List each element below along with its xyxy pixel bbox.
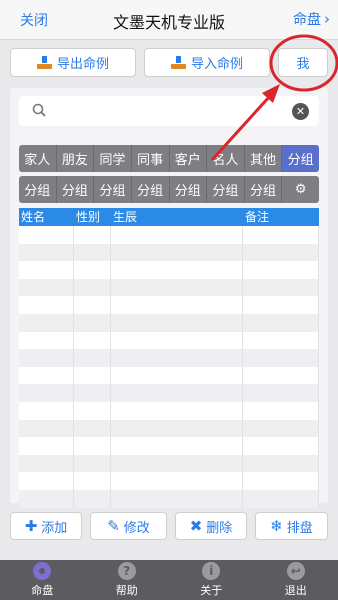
sort-button[interactable]: ❄ 排盘 [255, 512, 328, 540]
tab-label: 关于 [200, 584, 223, 597]
import-icon [170, 56, 186, 69]
column-birth: 生辰 [113, 210, 138, 224]
table-row[interactable] [19, 401, 319, 420]
sort-button-label: 排盘 [286, 520, 313, 536]
group-tab[interactable]: 分组 [57, 176, 95, 203]
top-button-row: 导出命例 导入命例 我 [10, 48, 328, 77]
table-row[interactable] [19, 278, 319, 297]
category-tab[interactable]: 其他 [245, 145, 283, 172]
category-tab[interactable]: 家人 [19, 145, 57, 172]
tab-about[interactable]: i 关于 [169, 560, 254, 600]
export-icon [36, 56, 52, 69]
tab-bar: 命盘 ? 帮助 i 关于 ↩ 退出 [0, 560, 338, 600]
search-input[interactable]: ✕ [19, 96, 319, 126]
group-tab[interactable]: 分组 [132, 176, 170, 203]
contact-table-body [19, 226, 319, 508]
add-button-label: 添加 [41, 520, 68, 536]
tab-label: 帮助 [115, 584, 138, 597]
category-tab[interactable]: 名人 [207, 145, 245, 172]
group-tabs: 分组 分组 分组 分组 分组 分组 分组 ⚙ [19, 176, 319, 203]
group-tab[interactable]: 分组 [19, 176, 57, 203]
page-title: 文墨天机专业版 [112, 13, 225, 32]
group-tab[interactable]: 分组 [245, 176, 283, 203]
group-tab[interactable]: 分组 [170, 176, 208, 203]
table-row[interactable] [19, 489, 319, 508]
help-icon: ? [117, 562, 136, 580]
group-tab[interactable]: 分组 [94, 176, 132, 203]
table-row[interactable] [19, 366, 319, 385]
table-row[interactable] [19, 296, 319, 314]
column-name: 姓名 [21, 210, 46, 224]
search-icon [32, 103, 46, 117]
me-button[interactable]: 我 [278, 48, 328, 77]
info-icon: i [202, 562, 221, 580]
table-row[interactable] [19, 349, 319, 367]
category-tabs: 家人 朋友 同学 同事 客户 名人 其他 分组 [19, 145, 319, 172]
delete-x-icon: ✖ [189, 517, 203, 535]
contact-panel: ✕ 家人 朋友 同学 同事 客户 名人 其他 分组 分组 分组 分组 分组 分组… [10, 88, 328, 508]
clear-search-icon[interactable]: ✕ [292, 103, 309, 120]
table-row[interactable] [19, 226, 319, 244]
import-button-label: 导入命例 [190, 57, 243, 72]
add-button[interactable]: ✚ 添加 [10, 512, 82, 540]
chevron-right-icon: › [324, 10, 330, 28]
table-row[interactable] [19, 261, 319, 279]
tab-chart[interactable]: 命盘 [0, 560, 85, 600]
column-gender: 性别 [76, 210, 101, 224]
table-row[interactable] [19, 454, 319, 473]
edit-button-label: 修改 [123, 520, 150, 536]
table-row[interactable] [19, 384, 319, 402]
tab-exit[interactable]: ↩ 退出 [254, 560, 338, 600]
tab-help[interactable]: ? 帮助 [85, 560, 170, 600]
chart-button-label: 命盘 [293, 12, 321, 28]
edit-button[interactable]: ✎ 修改 [90, 512, 167, 540]
delete-button-label: 删除 [206, 520, 233, 536]
group-settings-button[interactable]: ⚙ [282, 176, 319, 203]
chart-button[interactable]: 命盘 › [293, 9, 330, 29]
category-tab[interactable]: 同学 [94, 145, 132, 172]
table-row[interactable] [19, 331, 319, 350]
group-tab[interactable]: 分组 [207, 176, 245, 203]
delete-button[interactable]: ✖ 删除 [175, 512, 247, 540]
table-row[interactable] [19, 419, 319, 438]
category-tab[interactable]: 客户 [170, 145, 208, 172]
table-row[interactable] [19, 313, 319, 332]
gear-icon: ⚙ [294, 182, 307, 197]
table-header: 姓名 性别 生辰 备注 [19, 208, 319, 226]
export-button-label: 导出命例 [56, 57, 109, 72]
plus-icon: ✚ [24, 517, 38, 535]
tab-label: 退出 [284, 584, 307, 597]
tab-label: 命盘 [31, 584, 54, 597]
snowflake-icon: ❄ [270, 517, 283, 535]
column-notes: 备注 [245, 210, 270, 224]
export-button[interactable]: 导出命例 [10, 48, 136, 77]
category-tab-active[interactable]: 分组 [282, 145, 319, 172]
category-tab[interactable]: 同事 [132, 145, 170, 172]
table-row[interactable] [19, 472, 319, 490]
exit-icon: ↩ [286, 562, 305, 580]
import-button[interactable]: 导入命例 [144, 48, 270, 77]
nav-bar: 关闭 文墨天机专业版 命盘 › [0, 0, 338, 40]
table-row[interactable] [19, 437, 319, 455]
category-tab[interactable]: 朋友 [57, 145, 95, 172]
me-button-label: 我 [296, 57, 310, 72]
disc-icon [33, 562, 52, 580]
action-button-row: ✚ 添加 ✎ 修改 ✖ 删除 ❄ 排盘 [10, 512, 328, 540]
table-row[interactable] [19, 243, 319, 262]
pencil-icon: ✎ [107, 517, 120, 535]
